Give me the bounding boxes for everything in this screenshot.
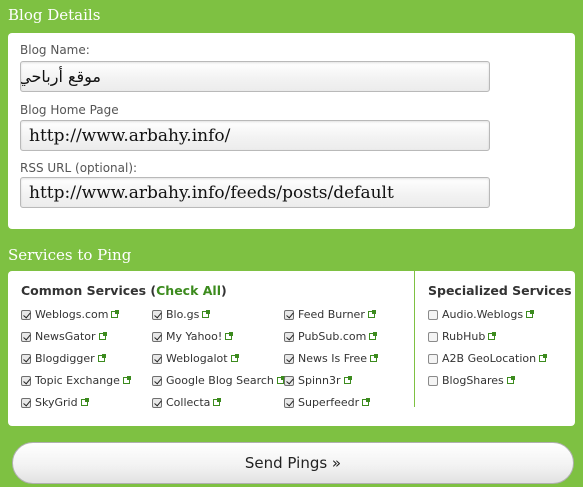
- service-label: News Is Free: [298, 352, 368, 365]
- service-checkbox[interactable]: [21, 331, 31, 342]
- service-label: Blogdigger: [35, 352, 95, 365]
- external-link-icon[interactable]: [506, 376, 515, 384]
- external-link-icon[interactable]: [276, 376, 285, 384]
- service-checkbox[interactable]: [284, 353, 294, 364]
- external-link-icon[interactable]: [225, 332, 234, 340]
- service-item[interactable]: Blo.gs: [152, 308, 211, 321]
- service-item[interactable]: Audio.Weblogs: [428, 308, 535, 321]
- service-checkbox[interactable]: [284, 331, 294, 342]
- services-to-ping-title: Services to Ping: [8, 246, 132, 264]
- external-link-icon[interactable]: [539, 354, 548, 362]
- service-checkbox[interactable]: [428, 309, 438, 320]
- external-link-icon[interactable]: [488, 332, 497, 340]
- service-label: Superfeedr: [298, 396, 360, 409]
- external-link-icon[interactable]: [526, 310, 535, 318]
- service-item[interactable]: Feed Burner: [284, 308, 376, 321]
- service-checkbox[interactable]: [152, 353, 162, 364]
- external-link-icon[interactable]: [370, 354, 379, 362]
- service-checkbox[interactable]: [21, 397, 31, 408]
- common-services-label: Common Services (: [21, 283, 157, 298]
- service-item[interactable]: BlogShares: [428, 374, 515, 387]
- blog-details-panel: Blog Name: موقع أرباحي Blog Home Page ht…: [8, 33, 575, 229]
- rss-url-label: RSS URL (optional):: [20, 161, 138, 175]
- external-link-icon[interactable]: [98, 332, 107, 340]
- service-checkbox[interactable]: [152, 331, 162, 342]
- service-label: Blo.gs: [166, 308, 200, 321]
- service-checkbox[interactable]: [21, 353, 31, 364]
- service-label: Topic Exchange: [35, 374, 120, 387]
- service-label: PubSub.com: [298, 330, 367, 343]
- blog-details-title: Blog Details: [8, 6, 101, 24]
- service-label: A2B GeoLocation: [442, 352, 537, 365]
- service-label: Collecta: [166, 396, 211, 409]
- service-item[interactable]: Topic Exchange: [21, 374, 131, 387]
- service-checkbox[interactable]: [284, 309, 294, 320]
- send-pings-button[interactable]: Send Pings »: [12, 442, 574, 484]
- service-item[interactable]: Superfeedr: [284, 396, 371, 409]
- service-item[interactable]: Google Blog Search: [152, 374, 285, 387]
- common-services-label-end: ): [221, 283, 227, 298]
- service-label: SkyGrid: [35, 396, 78, 409]
- service-checkbox[interactable]: [152, 375, 162, 386]
- external-link-icon[interactable]: [362, 398, 371, 406]
- service-item[interactable]: Spinn3r: [284, 374, 352, 387]
- service-label: Weblogalot: [166, 352, 228, 365]
- specialized-services-title: Specialized Services: [428, 283, 572, 298]
- service-label: Feed Burner: [298, 308, 365, 321]
- service-item[interactable]: NewsGator: [21, 330, 107, 343]
- blog-name-label: Blog Name:: [20, 43, 90, 57]
- service-item[interactable]: RubHub: [428, 330, 497, 343]
- external-link-icon[interactable]: [80, 398, 89, 406]
- blog-home-page-input[interactable]: http://www.arbahy.info/: [20, 120, 490, 151]
- common-services-title: Common Services (Check All): [21, 283, 227, 298]
- service-item[interactable]: Weblogs.com: [21, 308, 120, 321]
- service-label: RubHub: [442, 330, 486, 343]
- external-link-icon[interactable]: [111, 310, 120, 318]
- service-item[interactable]: Collecta: [152, 396, 222, 409]
- blog-home-page-label: Blog Home Page: [20, 103, 119, 117]
- service-item[interactable]: Blogdigger: [21, 352, 106, 365]
- service-label: Weblogs.com: [35, 308, 109, 321]
- service-item[interactable]: SkyGrid: [21, 396, 89, 409]
- external-link-icon[interactable]: [97, 354, 106, 362]
- service-checkbox[interactable]: [284, 397, 294, 408]
- service-label: Audio.Weblogs: [442, 308, 524, 321]
- service-item[interactable]: Weblogalot: [152, 352, 239, 365]
- service-checkbox[interactable]: [428, 353, 438, 364]
- external-link-icon[interactable]: [122, 376, 131, 384]
- service-checkbox[interactable]: [152, 309, 162, 320]
- external-link-icon[interactable]: [369, 332, 378, 340]
- services-panel: Common Services (Check All) Specialized …: [8, 271, 575, 426]
- external-link-icon[interactable]: [343, 376, 352, 384]
- service-checkbox[interactable]: [152, 397, 162, 408]
- service-checkbox[interactable]: [428, 331, 438, 342]
- rss-url-input[interactable]: http://www.arbahy.info/feeds/posts/defau…: [20, 177, 490, 208]
- service-item[interactable]: A2B GeoLocation: [428, 352, 548, 365]
- external-link-icon[interactable]: [367, 310, 376, 318]
- external-link-icon[interactable]: [230, 354, 239, 362]
- service-checkbox[interactable]: [284, 375, 294, 386]
- service-label: My Yahoo!: [166, 330, 223, 343]
- blog-name-input[interactable]: موقع أرباحي: [20, 61, 490, 92]
- service-checkbox[interactable]: [21, 375, 31, 386]
- external-link-icon[interactable]: [202, 310, 211, 318]
- service-label: Google Blog Search: [166, 374, 274, 387]
- external-link-icon[interactable]: [213, 398, 222, 406]
- service-item[interactable]: My Yahoo!: [152, 330, 234, 343]
- service-checkbox[interactable]: [428, 375, 438, 386]
- service-item[interactable]: PubSub.com: [284, 330, 378, 343]
- service-label: Spinn3r: [298, 374, 341, 387]
- service-label: BlogShares: [442, 374, 504, 387]
- service-item[interactable]: News Is Free: [284, 352, 379, 365]
- service-checkbox[interactable]: [21, 309, 31, 320]
- check-all-link[interactable]: Check All: [156, 283, 221, 298]
- service-label: NewsGator: [35, 330, 96, 343]
